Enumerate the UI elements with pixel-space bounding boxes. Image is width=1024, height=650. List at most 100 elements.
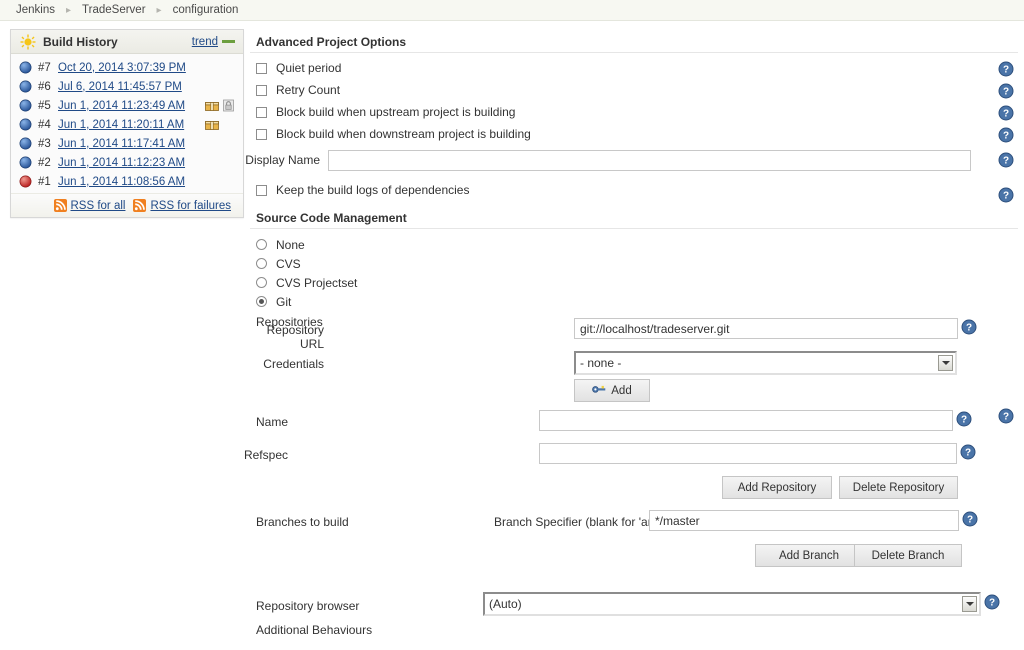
- rss-links-row: RSS for all RSS for failures: [11, 193, 243, 217]
- rss-for-failures-link[interactable]: RSS for failures: [150, 200, 231, 212]
- credentials-select[interactable]: - none -: [574, 351, 957, 375]
- build-date-link[interactable]: Jul 6, 2014 11:45:57 PM: [58, 81, 182, 93]
- build-row[interactable]: #7 Oct 20, 2014 3:07:39 PM: [11, 58, 243, 77]
- keep-dependency-logs-row[interactable]: Keep the build logs of dependencies: [244, 179, 1024, 201]
- credentials-label: Credentials: [263, 357, 324, 371]
- help-icon[interactable]: ?: [960, 444, 976, 460]
- build-row[interactable]: #6 Jul 6, 2014 11:45:57 PM: [11, 77, 243, 96]
- build-history-panel: Build History trend #7 Oct 20, 2014 3:07…: [10, 29, 244, 218]
- breadcrumb-separator: ▸: [66, 4, 72, 16]
- block-upstream-row[interactable]: Block build when upstream project is bui…: [244, 101, 1024, 123]
- refspec-label: Refspec: [243, 448, 288, 462]
- build-date-link[interactable]: Jun 1, 2014 11:08:56 AM: [58, 176, 185, 188]
- add-repository-button[interactable]: Add Repository: [722, 476, 832, 499]
- build-date-link[interactable]: Oct 20, 2014 3:07:39 PM: [58, 62, 186, 74]
- build-list: #7 Oct 20, 2014 3:07:39 PM #6 Jul 6, 201…: [11, 54, 243, 193]
- build-row[interactable]: #3 Jun 1, 2014 11:17:41 AM: [11, 134, 243, 153]
- breadcrumb-item-configuration[interactable]: configuration: [171, 4, 241, 16]
- block-downstream-checkbox[interactable]: [256, 128, 267, 140]
- delete-branch-button[interactable]: Delete Branch: [854, 544, 962, 567]
- build-row[interactable]: #4 Jun 1, 2014 11:20:11 AM: [11, 115, 243, 134]
- add-credentials-button[interactable]: Add: [574, 379, 650, 402]
- repository-browser-label: Repository browser: [256, 599, 360, 613]
- scm-option-git[interactable]: Git: [244, 292, 1024, 311]
- help-icon[interactable]: ?: [998, 408, 1014, 424]
- breadcrumb-item-jenkins[interactable]: Jenkins: [14, 4, 57, 16]
- keep-dependency-logs-checkbox[interactable]: [256, 184, 267, 196]
- build-history-header: Build History trend: [11, 30, 243, 54]
- build-date-link[interactable]: Jun 1, 2014 11:17:41 AM: [58, 138, 185, 150]
- build-badges: [205, 118, 237, 131]
- build-status-ball-blue-icon: [19, 99, 32, 112]
- rss-for-all-link[interactable]: RSS for all: [71, 200, 126, 212]
- scm-label-cvs-projectset: CVS Projectset: [276, 275, 358, 290]
- build-badges: [205, 99, 237, 112]
- quiet-period-row[interactable]: Quiet period: [244, 57, 1024, 79]
- scm-option-none[interactable]: None: [244, 235, 1024, 254]
- build-date-link[interactable]: Jun 1, 2014 11:12:23 AM: [58, 157, 185, 169]
- name-input[interactable]: [539, 410, 953, 431]
- help-icon[interactable]: ?: [961, 319, 977, 335]
- svg-text:?: ?: [1003, 156, 1009, 167]
- rss-icon: [53, 199, 67, 212]
- scm-label-cvs: CVS: [276, 256, 301, 271]
- scm-radio-none[interactable]: [256, 239, 267, 250]
- breadcrumb-item-tradeserver[interactable]: TradeServer: [80, 4, 148, 16]
- retry-count-row[interactable]: Retry Count: [244, 79, 1024, 101]
- help-icon[interactable]: ?: [998, 187, 1014, 203]
- quiet-period-checkbox[interactable]: [256, 62, 267, 74]
- svg-text:?: ?: [989, 598, 995, 609]
- help-icon[interactable]: ?: [998, 152, 1014, 168]
- branch-specifier-input[interactable]: [649, 510, 959, 531]
- help-icon[interactable]: ?: [962, 511, 978, 527]
- add-branch-button[interactable]: Add Branch: [755, 544, 863, 567]
- retry-count-checkbox[interactable]: [256, 84, 267, 96]
- block-upstream-label: Block build when upstream project is bui…: [276, 105, 516, 119]
- scm-option-cvs[interactable]: CVS: [244, 254, 1024, 273]
- help-icon[interactable]: ?: [956, 411, 972, 427]
- block-upstream-checkbox[interactable]: [256, 106, 267, 118]
- scm-radio-git[interactable]: [256, 296, 267, 307]
- quiet-period-label: Quiet period: [276, 61, 342, 75]
- build-history-title: Build History: [43, 34, 118, 49]
- credentials-select-wrap[interactable]: - none -: [574, 351, 957, 375]
- scm-option-cvs-projectset[interactable]: CVS Projectset: [244, 273, 1024, 292]
- lock-icon[interactable]: [222, 99, 237, 112]
- repository-url-input[interactable]: [574, 318, 958, 339]
- help-icon[interactable]: ?: [984, 594, 1000, 610]
- svg-text:?: ?: [1003, 412, 1009, 423]
- build-number: #1: [38, 175, 51, 188]
- display-name-label: Display Name: [245, 153, 320, 167]
- svg-text:?: ?: [967, 515, 973, 526]
- help-icon[interactable]: ?: [998, 61, 1014, 77]
- scm-radio-cvs[interactable]: [256, 258, 267, 269]
- scm-label-git: Git: [276, 294, 292, 309]
- trend-indicator-icon: [222, 40, 235, 43]
- configuration-form: Advanced Project Options Quiet period ? …: [244, 21, 1024, 639]
- block-downstream-row[interactable]: Block build when downstream project is b…: [244, 123, 1024, 145]
- build-row[interactable]: #5 Jun 1, 2014 11:23:49 AM: [11, 96, 243, 115]
- refspec-input[interactable]: [539, 443, 957, 464]
- scm-radio-cvs-projectset[interactable]: [256, 277, 267, 288]
- help-icon[interactable]: ?: [998, 127, 1014, 143]
- build-status-ball-blue-icon: [19, 61, 32, 74]
- build-row[interactable]: #2 Jun 1, 2014 11:12:23 AM: [11, 153, 243, 172]
- help-icon[interactable]: ?: [998, 83, 1014, 99]
- display-name-input[interactable]: [328, 149, 971, 171]
- branches-to-build-label: Branches to build: [256, 515, 349, 529]
- build-date-link[interactable]: Jun 1, 2014 11:20:11 AM: [58, 119, 184, 131]
- sun-icon: [20, 34, 36, 50]
- build-row[interactable]: #1 Jun 1, 2014 11:08:56 AM: [11, 172, 243, 191]
- package-icon[interactable]: [205, 99, 220, 112]
- repository-browser-select[interactable]: (Auto): [483, 592, 981, 616]
- build-date-link[interactable]: Jun 1, 2014 11:23:49 AM: [58, 100, 185, 112]
- repository-browser-select-wrap[interactable]: (Auto): [483, 592, 981, 616]
- help-icon[interactable]: ?: [998, 105, 1014, 121]
- build-status-ball-red-icon: [19, 175, 32, 188]
- keep-dependency-logs-label: Keep the build logs of dependencies: [276, 183, 470, 197]
- build-status-ball-blue-icon: [19, 118, 32, 131]
- package-icon[interactable]: [205, 118, 220, 131]
- trend-link[interactable]: trend: [192, 36, 218, 48]
- delete-repository-button[interactable]: Delete Repository: [839, 476, 958, 499]
- build-number: #2: [38, 156, 51, 169]
